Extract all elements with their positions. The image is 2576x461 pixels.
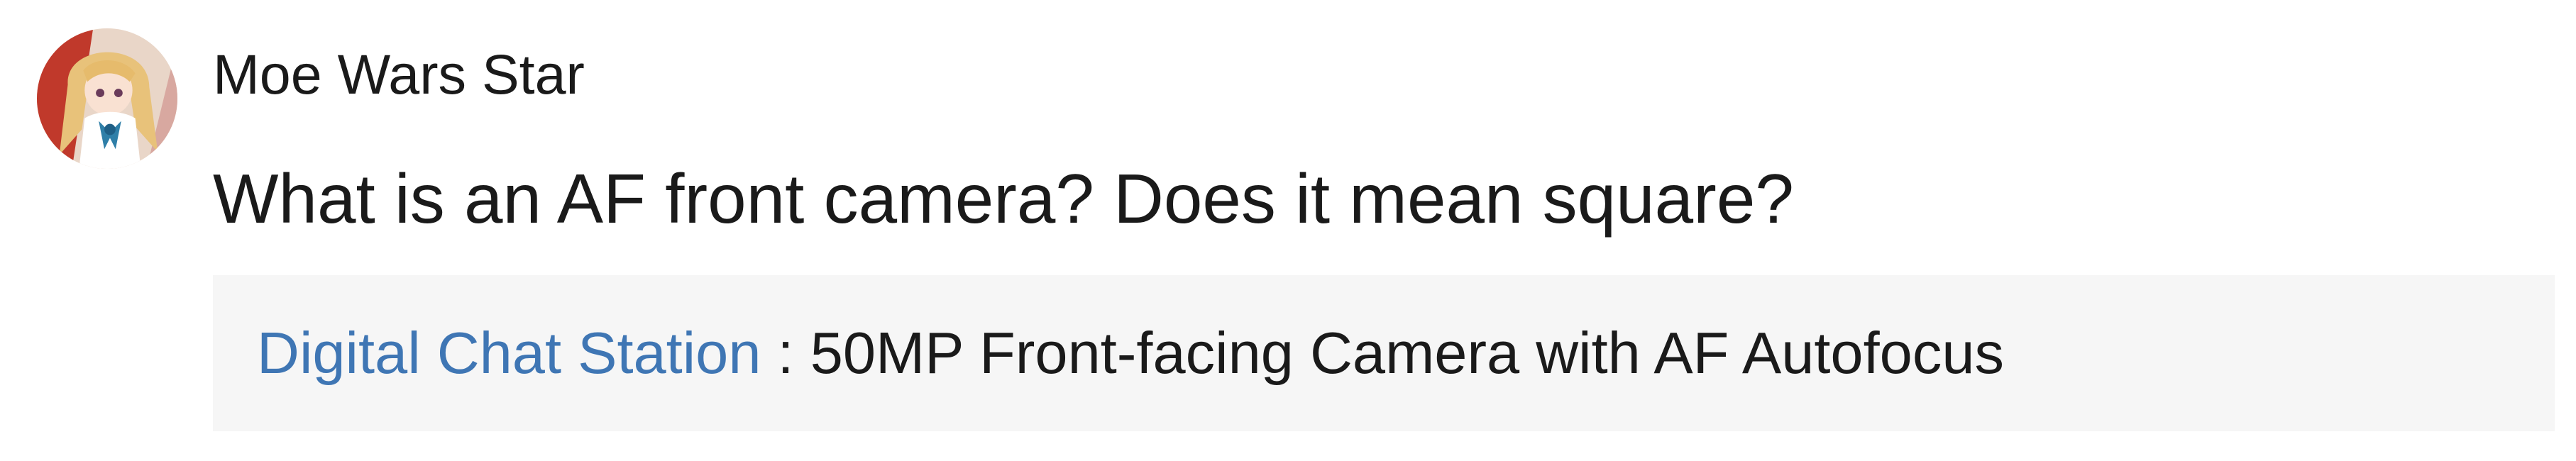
quote-text: 50MP Front-facing Camera with AF Autofoc… — [810, 320, 2004, 386]
quote-author-link[interactable]: Digital Chat Station — [257, 320, 761, 386]
quoted-reply: Digital Chat Station : 50MP Front-facing… — [213, 275, 2555, 431]
avatar[interactable] — [37, 28, 177, 169]
avatar-anime-girl-icon — [37, 28, 177, 169]
comment-item: Moe Wars Star What is an AF front camera… — [0, 0, 2576, 461]
username[interactable]: Moe Wars Star — [213, 39, 585, 110]
comment-text: What is an AF front camera? Does it mean… — [213, 160, 1794, 238]
quote-line: Digital Chat Station : 50MP Front-facing… — [257, 314, 2004, 392]
quote-separator: : — [761, 320, 810, 386]
